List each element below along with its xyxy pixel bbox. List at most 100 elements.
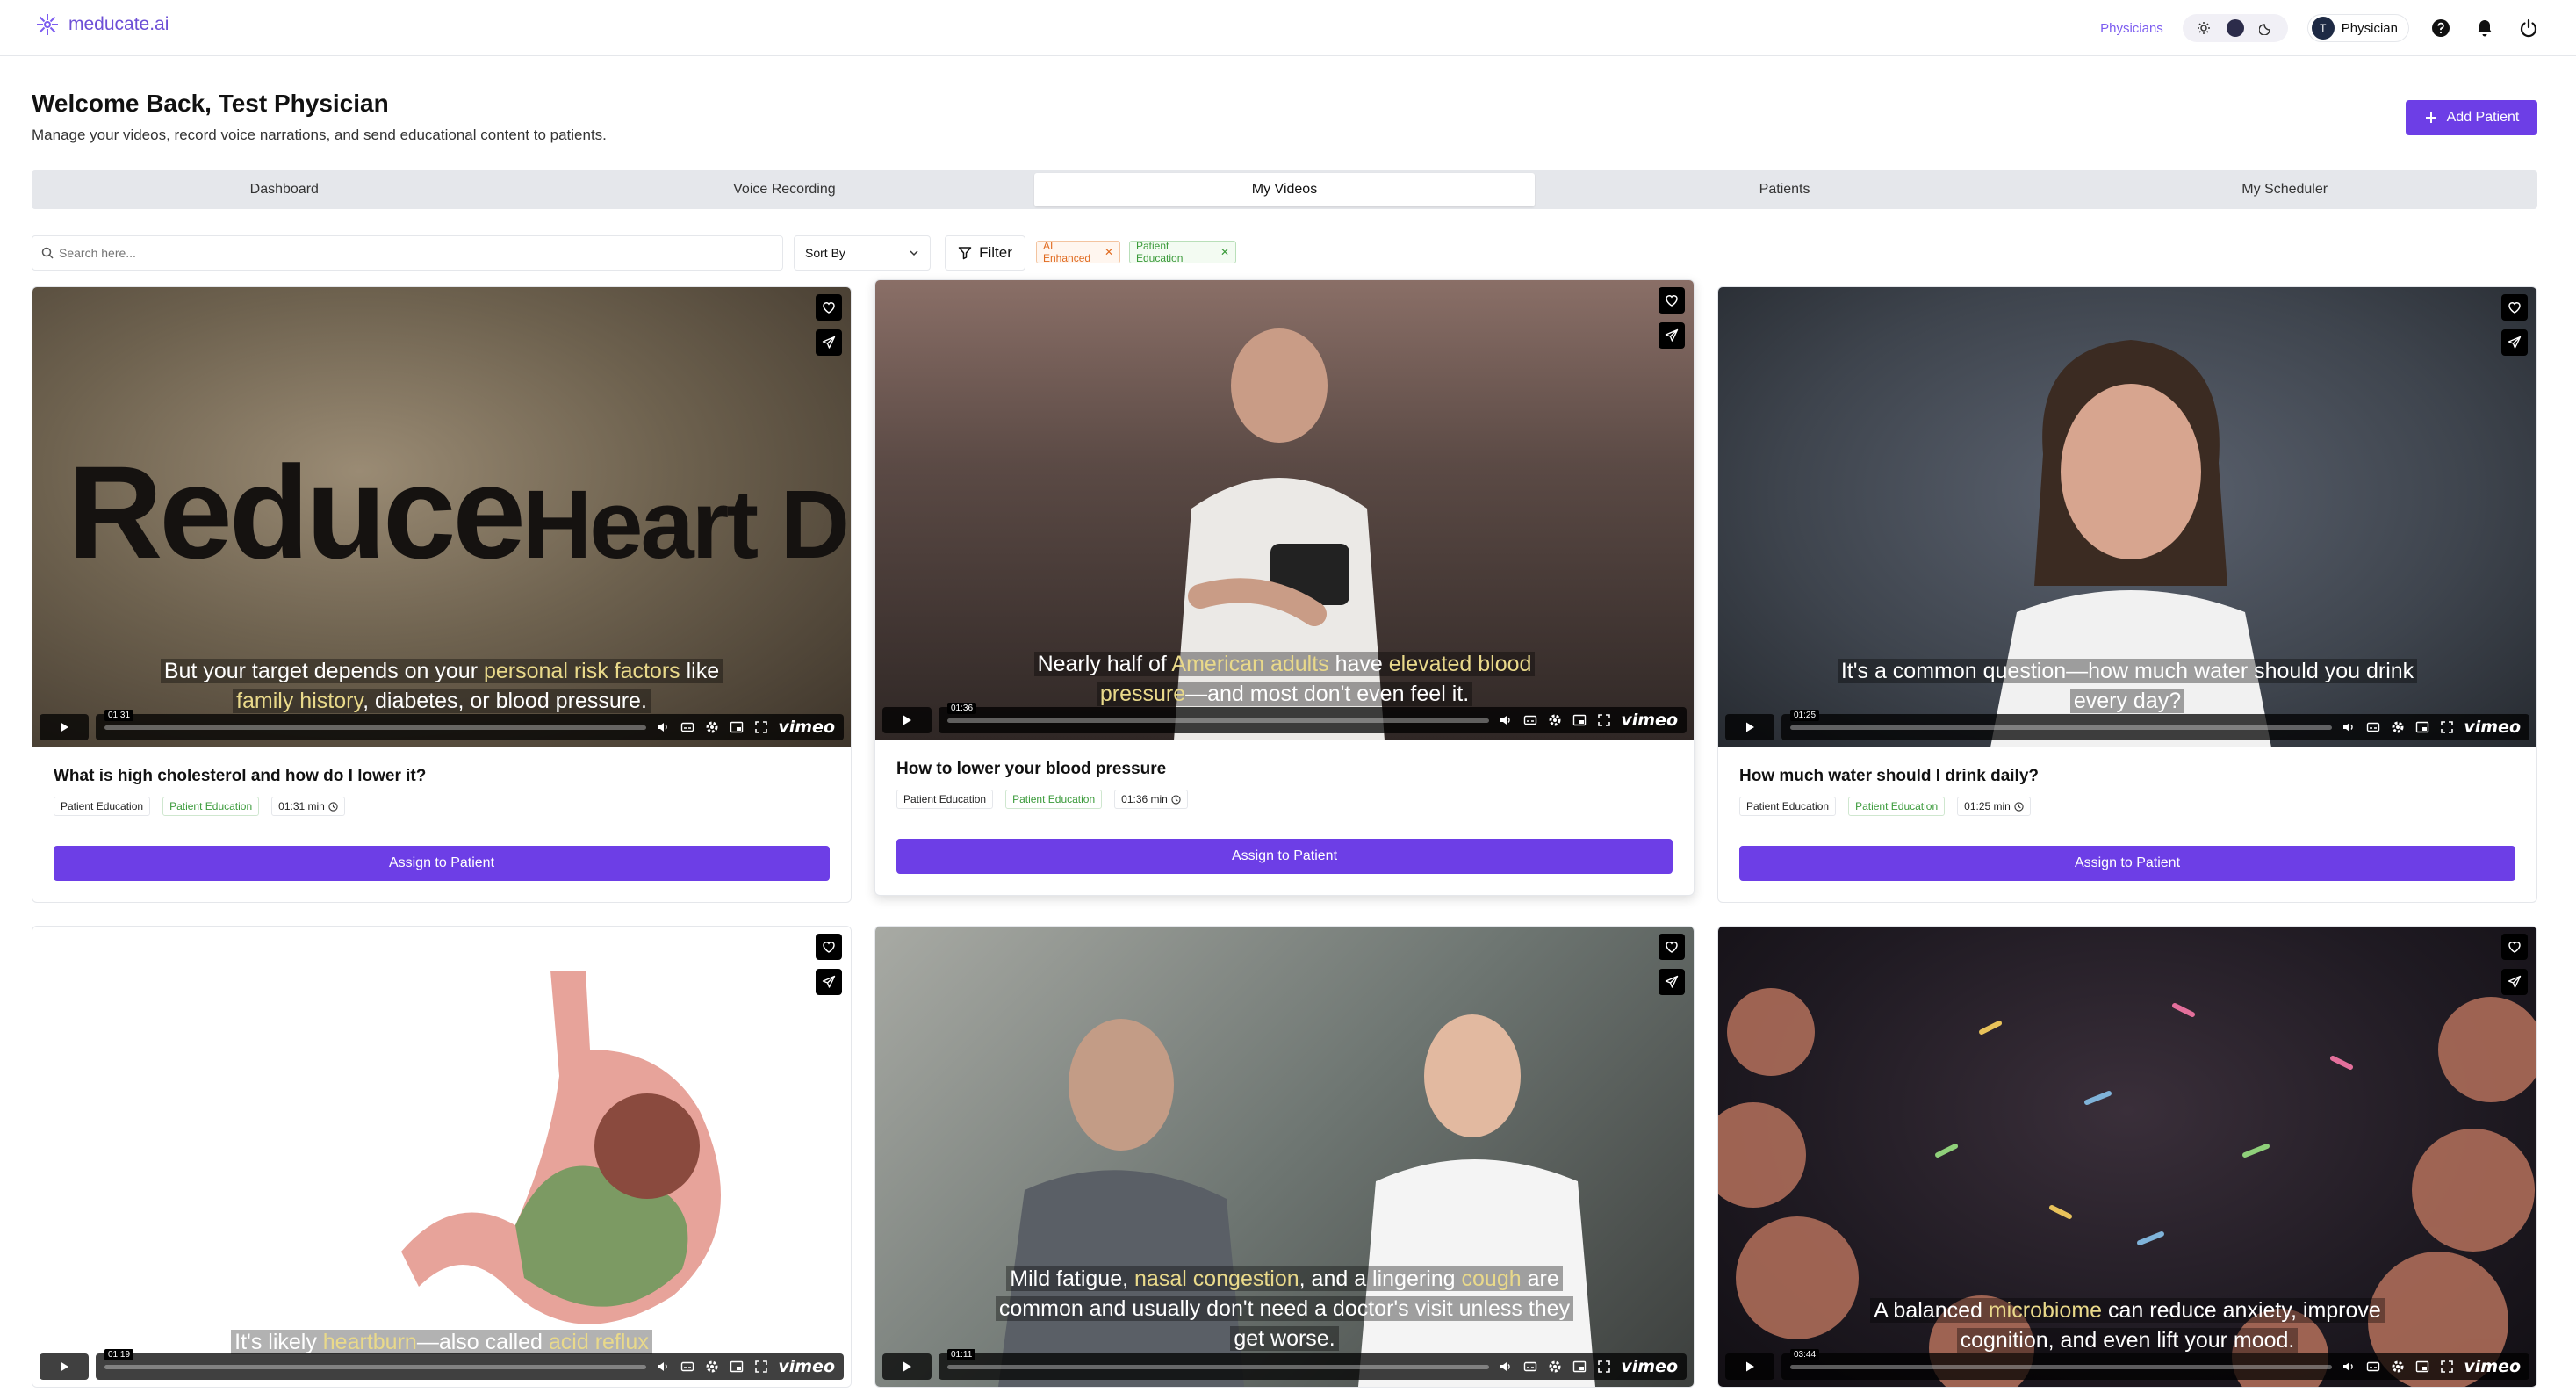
send-icon[interactable]: [816, 969, 842, 995]
video-player[interactable]: It's likely heartburn—also called acid r…: [32, 927, 851, 1387]
vimeo-logo[interactable]: vimeo: [2464, 718, 2521, 737]
settings-gear-icon[interactable]: [1547, 712, 1563, 728]
fullscreen-icon[interactable]: [1596, 1359, 1612, 1375]
settings-gear-icon[interactable]: [1547, 1359, 1563, 1375]
filter-chip-ai-enhanced[interactable]: AI Enhanced ✕: [1036, 240, 1120, 264]
fullscreen-icon[interactable]: [753, 1359, 769, 1375]
vimeo-logo[interactable]: vimeo: [1621, 711, 1678, 730]
tab-my-scheduler[interactable]: My Scheduler: [2034, 173, 2535, 206]
settings-gear-icon[interactable]: [704, 1359, 720, 1375]
video-player[interactable]: Nearly half of American adults have elev…: [875, 280, 1694, 740]
progress-bar[interactable]: 01:31: [104, 709, 647, 730]
assign-to-patient-button[interactable]: Assign to Patient: [1739, 846, 2515, 881]
vimeo-logo[interactable]: vimeo: [1621, 1357, 1678, 1376]
captions-icon[interactable]: [680, 719, 695, 735]
video-player[interactable]: A balanced microbiome can reduce anxiety…: [1718, 927, 2536, 1387]
captions-icon[interactable]: [1522, 1359, 1538, 1375]
timecode: 03:44: [1790, 1348, 1820, 1360]
play-button[interactable]: [40, 714, 89, 740]
video-controls: 01:25 vimeo: [1725, 709, 2529, 740]
play-button[interactable]: [40, 1353, 89, 1380]
fullscreen-icon[interactable]: [2439, 1359, 2455, 1375]
power-icon[interactable]: [2516, 16, 2541, 40]
heart-icon[interactable]: [816, 294, 842, 321]
video-player[interactable]: Mild fatigue, nasal congestion, and a li…: [875, 927, 1694, 1387]
timecode: 01:11: [947, 1348, 976, 1360]
video-title: What is high cholesterol and how do I lo…: [54, 767, 427, 785]
fullscreen-icon[interactable]: [1596, 712, 1612, 728]
progress-bar[interactable]: 01:25: [1790, 709, 2333, 730]
progress-bar[interactable]: 01:36: [947, 702, 1490, 723]
filter-chip-patient-education[interactable]: Patient Education ✕: [1129, 240, 1236, 264]
user-menu[interactable]: T Physician: [2306, 14, 2409, 42]
video-player[interactable]: It's a common question—how much water sh…: [1718, 287, 2536, 747]
search-input[interactable]: [59, 246, 744, 260]
pip-icon[interactable]: [729, 719, 745, 735]
filter-button[interactable]: Filter: [945, 235, 1025, 271]
fullscreen-icon[interactable]: [2439, 719, 2455, 735]
sun-icon: [2198, 22, 2211, 34]
volume-icon[interactable]: [655, 719, 671, 735]
volume-icon[interactable]: [2341, 1359, 2357, 1375]
volume-icon[interactable]: [1498, 712, 1514, 728]
progress-bar[interactable]: 01:11: [947, 1348, 1490, 1369]
heart-icon[interactable]: [1659, 287, 1685, 314]
send-icon[interactable]: [2501, 329, 2528, 356]
tab-patients[interactable]: Patients: [1535, 173, 2035, 206]
play-button[interactable]: [882, 1353, 932, 1380]
progress-bar[interactable]: 01:19: [104, 1348, 647, 1369]
fullscreen-icon[interactable]: [753, 719, 769, 735]
bell-icon[interactable]: [2472, 16, 2497, 40]
close-icon[interactable]: ✕: [1105, 246, 1113, 258]
vimeo-logo[interactable]: vimeo: [778, 718, 835, 737]
timecode: 01:36: [947, 702, 977, 714]
pip-icon[interactable]: [729, 1359, 745, 1375]
volume-icon[interactable]: [1498, 1359, 1514, 1375]
vimeo-logo[interactable]: vimeo: [2464, 1357, 2521, 1376]
captions-icon[interactable]: [2365, 719, 2381, 735]
captions-icon[interactable]: [1522, 712, 1538, 728]
help-icon[interactable]: [2428, 16, 2453, 40]
add-patient-button[interactable]: Add Patient: [2406, 100, 2537, 135]
video-controls: 01:11 vimeo: [882, 1348, 1687, 1380]
send-icon[interactable]: [816, 329, 842, 356]
volume-icon[interactable]: [655, 1359, 671, 1375]
send-icon[interactable]: [1659, 322, 1685, 349]
video-player[interactable]: ReduceHeart Diseas But your target depen…: [32, 287, 851, 747]
chevron-down-icon: [910, 250, 918, 256]
add-patient-label: Add Patient: [2446, 110, 2520, 125]
tab-my-videos[interactable]: My Videos: [1034, 173, 1535, 206]
nav-physicians-link[interactable]: Physicians: [2100, 21, 2163, 36]
heart-icon[interactable]: [2501, 934, 2528, 960]
sort-by-select[interactable]: Sort By: [794, 235, 931, 271]
vimeo-logo[interactable]: vimeo: [778, 1357, 835, 1376]
heart-icon[interactable]: [816, 934, 842, 960]
captions-icon[interactable]: [2365, 1359, 2381, 1375]
tab-voice-recording[interactable]: Voice Recording: [535, 173, 1035, 206]
pip-icon[interactable]: [1572, 712, 1587, 728]
heart-icon[interactable]: [1659, 934, 1685, 960]
heart-icon[interactable]: [2501, 294, 2528, 321]
progress-bar[interactable]: 03:44: [1790, 1348, 2333, 1369]
volume-icon[interactable]: [2341, 719, 2357, 735]
video-title: How to lower your blood pressure: [896, 760, 1167, 778]
settings-gear-icon[interactable]: [2390, 719, 2406, 735]
video-caption: A balanced microbiome can reduce anxiety…: [1718, 1295, 2536, 1355]
captions-icon[interactable]: [680, 1359, 695, 1375]
send-icon[interactable]: [1659, 969, 1685, 995]
settings-gear-icon[interactable]: [704, 719, 720, 735]
pip-icon[interactable]: [2414, 719, 2430, 735]
play-button[interactable]: [882, 707, 932, 733]
tab-dashboard[interactable]: Dashboard: [34, 173, 535, 206]
play-button[interactable]: [1725, 1353, 1774, 1380]
close-icon[interactable]: ✕: [1220, 246, 1229, 258]
pip-icon[interactable]: [2414, 1359, 2430, 1375]
app-logo[interactable]: meducate.ai: [35, 12, 169, 37]
send-icon[interactable]: [2501, 969, 2528, 995]
theme-toggle[interactable]: [2182, 14, 2288, 42]
settings-gear-icon[interactable]: [2390, 1359, 2406, 1375]
pip-icon[interactable]: [1572, 1359, 1587, 1375]
play-button[interactable]: [1725, 714, 1774, 740]
assign-to-patient-button[interactable]: Assign to Patient: [54, 846, 830, 881]
assign-to-patient-button[interactable]: Assign to Patient: [896, 839, 1673, 874]
